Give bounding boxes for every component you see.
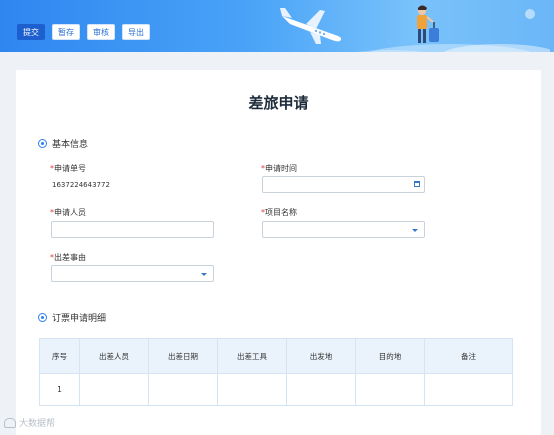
project-name-select[interactable] [262,221,425,238]
save-draft-button[interactable]: 暂存 [52,24,80,40]
form-card: 差旅申请 基本信息 *申请单号 1637224643772 *申请时间 *申请人… [16,70,541,435]
table-header-row: 序号 出差人员 出差日期 出差工具 出发地 目的地 备注 [39,338,513,374]
chevron-down-icon [201,273,207,276]
section-title: 基本信息 [52,140,89,150]
applicant-label-text: 申请人员 [54,208,86,217]
section-dot-icon [38,139,47,148]
table-cell-destination[interactable] [355,373,425,406]
table-row: 1 [39,373,513,406]
booking-details-table: 序号 出差人员 出差日期 出差工具 出发地 目的地 备注 1 [39,338,513,406]
table-cell-traveler[interactable] [79,373,149,406]
application-no-label: *申请单号 [50,163,86,174]
section-basic-info: 基本信息 [38,137,88,150]
project-name-label-text: 项目名称 [265,208,297,217]
table-cell-departure[interactable] [286,373,356,406]
airplane-icon [280,8,342,44]
column-header: 目的地 [355,338,425,374]
export-button[interactable]: 导出 [122,24,150,40]
column-header: 出发地 [286,338,356,374]
sun-decoration [525,9,535,19]
section-booking-details: 订票申请明细 [38,311,106,324]
application-time-label-text: 申请时间 [265,164,297,173]
chevron-down-icon [412,229,418,232]
application-no-label-text: 申请单号 [54,164,86,173]
table-cell-transport[interactable] [217,373,287,406]
applicant-input[interactable] [51,221,214,238]
watermark: 大数据帮 [4,416,55,429]
watermark-logo-icon [4,417,16,428]
header-banner: 提交 暂存 审核 导出 [0,0,554,52]
table-cell-date[interactable] [148,373,218,406]
column-header: 备注 [424,338,513,374]
project-name-label: *项目名称 [261,207,297,218]
trip-reason-label-text: 出差事由 [54,253,86,262]
page-title: 差旅申请 [248,94,309,112]
watermark-text: 大数据帮 [19,419,56,429]
column-header: 出差日期 [148,338,218,374]
application-time-input[interactable] [262,176,425,193]
review-button[interactable]: 审核 [87,24,115,40]
section-title: 订票申请明细 [52,314,107,324]
submit-button[interactable]: 提交 [17,24,45,40]
table-cell-index: 1 [39,373,80,406]
column-header: 出差工具 [217,338,287,374]
calendar-icon[interactable] [414,181,420,187]
applicant-label: *申请人员 [50,207,86,218]
section-dot-icon [38,313,47,322]
table-cell-remark[interactable] [424,373,513,406]
traveler-illustration [417,5,439,43]
trip-reason-select[interactable] [51,265,214,282]
column-header: 出差人员 [79,338,149,374]
application-no-value: 1637224643772 [52,181,110,189]
trip-reason-label: *出差事由 [50,252,86,263]
application-time-label: *申请时间 [261,163,297,174]
column-header: 序号 [39,338,80,374]
